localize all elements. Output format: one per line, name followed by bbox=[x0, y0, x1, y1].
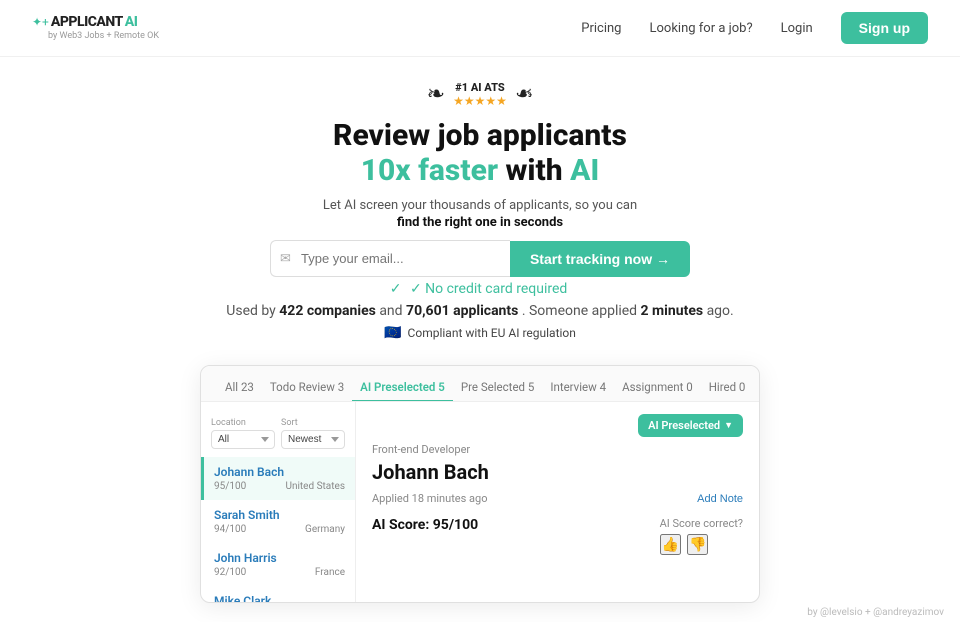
hero-h2-faster: 10x faster bbox=[361, 153, 498, 188]
applicant-name: Mike Clark bbox=[214, 594, 345, 603]
cta-button[interactable]: Start tracking now → bbox=[510, 241, 690, 277]
list-item[interactable]: Sarah Smith 94/100 Germany bbox=[201, 500, 355, 543]
tab-interview[interactable]: Interview 4 bbox=[542, 374, 614, 402]
list-item[interactable]: Johann Bach 95/100 United States bbox=[201, 457, 355, 500]
tab-ai-preselected[interactable]: AI Preselected 5 bbox=[352, 374, 453, 402]
logo-ai: AI bbox=[125, 14, 138, 31]
laurel-right: ❧ bbox=[515, 82, 533, 107]
hero-h2-with-ai: with AI bbox=[506, 153, 600, 188]
sort-select[interactable]: Newest bbox=[281, 430, 345, 449]
nav-login[interactable]: Login bbox=[781, 21, 813, 36]
ai-preselected-badge[interactable]: AI Preselected ▼ bbox=[638, 414, 743, 437]
mockup-body: Location All Sort Newest Johann Bach bbox=[201, 402, 759, 602]
hero-h2: 10x faster with AI bbox=[20, 153, 940, 188]
ai-score-correct-wrap: AI Score correct? 👍 👎 bbox=[660, 517, 743, 555]
hero-section: ❧ #1 AI ATS ★★★★★ ❧ Review job applicant… bbox=[0, 57, 960, 357]
thumbs-up-button[interactable]: 👍 bbox=[660, 534, 681, 555]
hero-h1: Review job applicants bbox=[20, 118, 940, 153]
compliance-badge: 🇪🇺 Compliant with EU AI regulation bbox=[20, 325, 940, 341]
footer-credit: by @levelsio + @andreyazimov bbox=[807, 607, 944, 618]
footer: by @levelsio + @andreyazimov bbox=[0, 603, 960, 622]
thumbs-down-button[interactable]: 👎 bbox=[687, 534, 708, 555]
applicant-name: Sarah Smith bbox=[214, 508, 345, 522]
laurel-left: ❧ bbox=[427, 82, 445, 107]
filter-bar: Location All Sort Newest bbox=[201, 410, 355, 457]
app-mockup: All 23 Todo Review 3 AI Preselected 5 Pr… bbox=[200, 365, 760, 603]
award-label: #1 AI ATS bbox=[453, 81, 507, 94]
applicant-name: John Harris bbox=[214, 551, 345, 565]
badge-label: AI Preselected bbox=[648, 419, 720, 432]
location-select[interactable]: All bbox=[211, 430, 275, 449]
tab-pre-selected[interactable]: Pre Selected 5 bbox=[453, 374, 543, 402]
email-input-wrap: ✉ bbox=[270, 240, 510, 277]
nav-pricing[interactable]: Pricing bbox=[581, 21, 621, 36]
list-item[interactable]: Mike Clark bbox=[201, 586, 355, 603]
tab-todo[interactable]: Todo Review 3 bbox=[262, 374, 352, 402]
award-badge: ❧ #1 AI ATS ★★★★★ ❧ bbox=[20, 81, 940, 108]
tab-assignment[interactable]: Assignment 0 bbox=[614, 374, 701, 402]
nav-links: Pricing Looking for a job? Login Sign up bbox=[581, 12, 928, 44]
award-stars: ★★★★★ bbox=[453, 94, 507, 108]
logo: ✦+ APPLICANT AI by Web3 Jobs + Remote OK bbox=[32, 14, 159, 42]
tab-all[interactable]: All 23 bbox=[217, 374, 262, 402]
checkmark-icon: ✓ bbox=[390, 281, 402, 297]
tab-ai-rejected[interactable]: AI Rejected 83 bbox=[753, 374, 759, 402]
location-filter-wrap: Location All bbox=[211, 418, 275, 449]
no-credit-card: ✓ ✓ No credit card required bbox=[20, 281, 940, 297]
applicant-name: Johann Bach bbox=[214, 465, 345, 479]
detail-header: AI Preselected ▼ bbox=[372, 414, 743, 437]
feedback-buttons: 👍 👎 bbox=[660, 534, 743, 555]
navbar: ✦+ APPLICANT AI by Web3 Jobs + Remote OK… bbox=[0, 0, 960, 57]
logo-text: APPLICANT bbox=[51, 14, 123, 31]
detail-applied: Applied 18 minutes ago Add Note bbox=[372, 492, 743, 505]
hero-form: ✉ Start tracking now → bbox=[270, 240, 690, 277]
nav-jobs[interactable]: Looking for a job? bbox=[649, 21, 752, 36]
location-label: Location bbox=[211, 418, 275, 428]
applicant-list: Location All Sort Newest Johann Bach bbox=[201, 402, 356, 602]
stats-text: Used by 422 companies and 70,601 applica… bbox=[20, 303, 940, 319]
email-field[interactable] bbox=[270, 240, 510, 277]
email-icon: ✉ bbox=[280, 251, 291, 266]
applicant-meta: 95/100 United States bbox=[214, 481, 345, 492]
list-item[interactable]: John Harris 92/100 France bbox=[201, 543, 355, 586]
ai-score-row: AI Score: 95/100 AI Score correct? 👍 👎 bbox=[372, 517, 743, 555]
detail-role: Front-end Developer bbox=[372, 443, 743, 456]
sort-filter-wrap: Sort Newest bbox=[281, 418, 345, 449]
ai-score: AI Score: 95/100 bbox=[372, 517, 478, 533]
eu-flag-icon: 🇪🇺 bbox=[384, 325, 401, 341]
applicant-meta: 94/100 Germany bbox=[214, 524, 345, 535]
signup-button[interactable]: Sign up bbox=[841, 12, 928, 44]
tab-hired[interactable]: Hired 0 bbox=[701, 374, 754, 402]
applicant-detail: AI Preselected ▼ Front-end Developer Joh… bbox=[356, 402, 759, 602]
sort-label: Sort bbox=[281, 418, 345, 428]
detail-name: Johann Bach bbox=[372, 460, 743, 484]
logo-icon: ✦+ bbox=[32, 15, 49, 29]
chevron-down-icon: ▼ bbox=[724, 420, 733, 431]
add-note-button[interactable]: Add Note bbox=[697, 493, 743, 505]
hero-sub1: Let AI screen your thousands of applican… bbox=[20, 198, 940, 213]
logo-subtitle: by Web3 Jobs + Remote OK bbox=[48, 31, 159, 42]
mockup-tabs: All 23 Todo Review 3 AI Preselected 5 Pr… bbox=[201, 366, 759, 402]
ai-score-correct-label: AI Score correct? bbox=[660, 517, 743, 530]
applicant-meta: 92/100 France bbox=[214, 567, 345, 578]
hero-sub2: find the right one in seconds bbox=[20, 215, 940, 230]
